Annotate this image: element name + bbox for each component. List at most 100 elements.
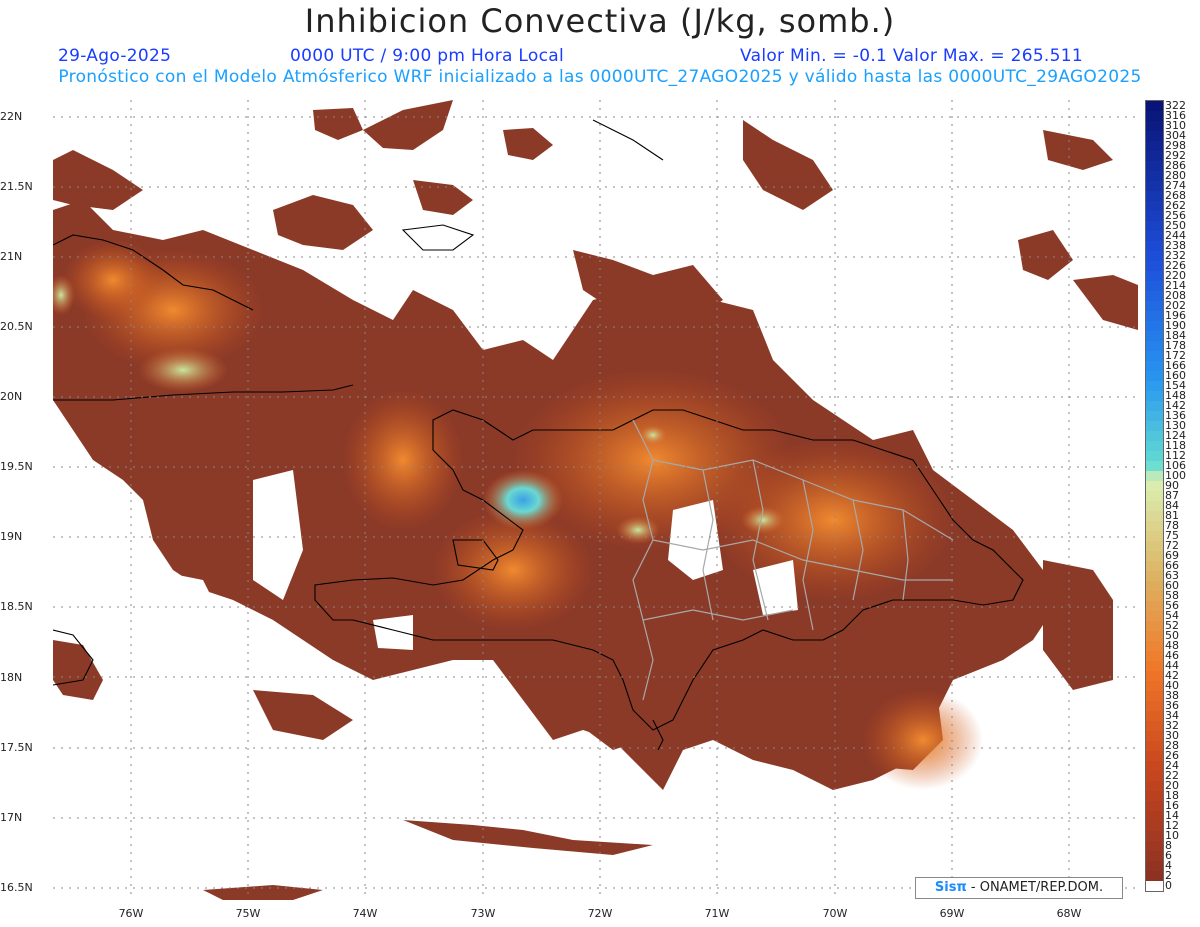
colorbar-segment <box>1146 411 1163 421</box>
colorbar-segment <box>1146 141 1163 151</box>
colorbar-segment <box>1146 681 1163 691</box>
colorbar-segment <box>1146 401 1163 411</box>
colorbar-segment <box>1146 351 1163 361</box>
colorbar-segment <box>1146 391 1163 401</box>
colorbar-segment <box>1146 301 1163 311</box>
colorbar-segment <box>1146 591 1163 601</box>
colorbar-segment <box>1146 331 1163 341</box>
colorbar-segment <box>1146 691 1163 701</box>
colorbar-segment <box>1146 801 1163 811</box>
colorbar-segment <box>1146 531 1163 541</box>
colorbar-segment <box>1146 231 1163 241</box>
colorbar-segment <box>1146 131 1163 141</box>
min-max-values: Valor Min. = -0.1 Valor Max. = 265.511 <box>740 46 1083 66</box>
colorbar-segment <box>1146 341 1163 351</box>
lon-label-76w: 76W <box>118 907 144 920</box>
lon-label-72w: 72W <box>587 907 613 920</box>
colorbar-segment <box>1146 581 1163 591</box>
colorbar-segment <box>1146 441 1163 451</box>
colorbar-segment <box>1146 101 1163 111</box>
colorbar-segment <box>1146 431 1163 441</box>
colorbar-segment <box>1146 811 1163 821</box>
model-description: Pronóstico con el Modelo Atmósferico WRF… <box>58 67 1142 87</box>
forecast-date: 29-Ago-2025 <box>58 46 172 66</box>
colorbar-segment <box>1146 751 1163 761</box>
colorbar-segment <box>1146 361 1163 371</box>
colorbar-segment <box>1146 281 1163 291</box>
colorbar-segment <box>1146 621 1163 631</box>
colorbar-segment <box>1146 261 1163 271</box>
lat-label-18n: 18N <box>0 671 23 684</box>
lat-label-19-5n: 19.5N <box>0 460 33 473</box>
colorbar-segment <box>1146 521 1163 531</box>
colorbar-segment <box>1146 871 1163 881</box>
colorbar-segment <box>1146 151 1163 161</box>
colorbar-segment <box>1146 181 1163 191</box>
colorbar-segment <box>1146 481 1163 491</box>
colorbar-segment <box>1146 731 1163 741</box>
lat-label-17n: 17N <box>0 811 23 824</box>
colorbar-segment <box>1146 781 1163 791</box>
forecast-time: 0000 UTC / 9:00 pm Hora Local <box>290 46 564 66</box>
colorbar-segment <box>1146 601 1163 611</box>
colorbar-segment <box>1146 121 1163 131</box>
colorbar-segment <box>1146 291 1163 301</box>
lat-label-17-5n: 17.5N <box>0 741 33 754</box>
colorbar-segment <box>1146 241 1163 251</box>
colorbar-segment <box>1146 461 1163 471</box>
cin-map <box>53 100 1138 900</box>
colorbar-segment <box>1146 721 1163 731</box>
colorbar-segment <box>1146 791 1163 801</box>
colorbar-segment <box>1146 571 1163 581</box>
lon-label-75w: 75W <box>235 907 261 920</box>
colorbar-segment <box>1146 111 1163 121</box>
colorbar-segment <box>1146 321 1163 331</box>
colorbar-segment <box>1146 541 1163 551</box>
lat-label-20n: 20N <box>0 390 23 403</box>
colorbar-segment <box>1146 211 1163 221</box>
lon-label-69w: 69W <box>939 907 965 920</box>
colorbar-segment <box>1146 271 1163 281</box>
colorbar-segment <box>1146 611 1163 621</box>
colorbar-segment <box>1146 671 1163 681</box>
colorbar-segment <box>1146 701 1163 711</box>
colorbar-segment <box>1146 651 1163 661</box>
colorbar-segment <box>1146 191 1163 201</box>
lon-label-74w: 74W <box>352 907 378 920</box>
sispi-logo: Sisπ <box>934 880 967 895</box>
lon-label-68w: 68W <box>1056 907 1082 920</box>
credit-box: Sisπ - ONAMET/REP.DOM. <box>915 877 1123 899</box>
colorbar-segment <box>1146 201 1163 211</box>
lat-label-22n: 22N <box>0 110 23 123</box>
colorbar-segment <box>1146 171 1163 181</box>
colorbar-segment <box>1146 861 1163 871</box>
colorbar-segment <box>1146 851 1163 861</box>
colorbar-segment <box>1146 501 1163 511</box>
lat-label-21-5n: 21.5N <box>0 180 33 193</box>
colorbar-segment <box>1146 761 1163 771</box>
map-title: Inhibicion Convectiva (J/kg, somb.) <box>304 2 896 40</box>
colorbar-segment <box>1146 631 1163 641</box>
lon-label-70w: 70W <box>822 907 848 920</box>
lat-label-16-5n: 16.5N <box>0 881 33 894</box>
colorbar-segment <box>1146 841 1163 851</box>
colorbar-segment <box>1146 661 1163 671</box>
colorbar-segment <box>1146 551 1163 561</box>
colorbar-segment <box>1146 511 1163 521</box>
colorbar-segment <box>1146 161 1163 171</box>
lat-label-20-5n: 20.5N <box>0 320 33 333</box>
colorbar-segment <box>1146 741 1163 751</box>
lon-label-73w: 73W <box>470 907 496 920</box>
colorbar-segment <box>1146 491 1163 501</box>
colorbar-segment <box>1146 771 1163 781</box>
colorbar-segment <box>1146 831 1163 841</box>
colorbar-segment <box>1146 371 1163 381</box>
colorbar-segment <box>1146 221 1163 231</box>
colorbar-segment <box>1146 881 1163 891</box>
lon-label-71w: 71W <box>704 907 730 920</box>
lat-label-18-5n: 18.5N <box>0 600 33 613</box>
colorbar-segment <box>1146 471 1163 481</box>
colorbar-segment <box>1146 311 1163 321</box>
colorbar-segment <box>1146 421 1163 431</box>
credit-text: - ONAMET/REP.DOM. <box>966 880 1104 895</box>
